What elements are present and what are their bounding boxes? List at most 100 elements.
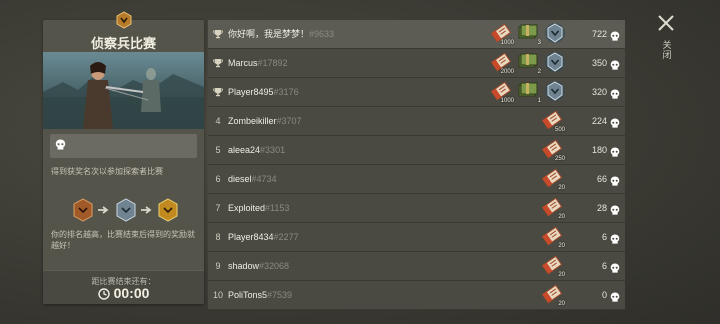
ticket-reward-icon[interactable]: 500: [541, 109, 565, 133]
event-panel: 侦察兵比赛 得到获奖名次以参加探索者比赛 你的排名越高，比赛结束后得到的奖励就越…: [43, 11, 204, 304]
player-name[interactable]: Marcus#17892: [228, 49, 288, 78]
close-icon[interactable]: [655, 12, 677, 34]
skull-icon: [55, 139, 66, 150]
player-name[interactable]: aleea24#3301: [228, 136, 285, 165]
reward-count: 1000: [500, 98, 514, 104]
clock-icon: [97, 288, 110, 300]
timer-box: 距比赛结束还有： 00:00: [43, 270, 204, 304]
player-tag: #17892: [257, 58, 288, 68]
player-tag: #2277: [273, 232, 299, 242]
reward-note: 你的排名越高，比赛结束后得到的奖励就越好！: [51, 230, 195, 250]
leaderboard-row[interactable]: 5 aleea24#3301 250 180: [208, 136, 625, 165]
player-tag: #3301: [260, 145, 286, 155]
reward-count: 3: [537, 40, 541, 46]
player-name[interactable]: Zombeikiller#3707: [228, 107, 302, 136]
reward-count: 2: [537, 69, 541, 75]
player-name-text: Exploited: [228, 203, 266, 213]
player-name[interactable]: Player8434#2277: [228, 223, 299, 252]
player-score: 6: [601, 261, 607, 271]
ticket-reward-icon[interactable]: 250: [541, 138, 565, 162]
skull-icon: [610, 290, 620, 308]
player-name-text: shadow: [228, 261, 260, 271]
skull-icon: [610, 116, 620, 134]
silver-badge-icon: [116, 198, 136, 222]
player-name[interactable]: shadow#32068: [228, 252, 289, 281]
skull-icon: [610, 203, 620, 221]
skull-icon: [610, 232, 620, 250]
badge-reward-icon[interactable]: [544, 80, 568, 104]
player-name-text: aleea24: [228, 145, 261, 155]
player-name[interactable]: Player8495#3176: [228, 78, 299, 107]
player-score: 28: [596, 203, 607, 213]
reward-count: 20: [558, 243, 565, 249]
player-name-text: Player8434: [228, 232, 274, 242]
event-artwork: [43, 52, 204, 129]
skull-icon: [610, 174, 620, 192]
player-score: 722: [591, 29, 607, 39]
ticket-reward-icon[interactable]: 20: [541, 283, 565, 307]
skull-icon: [610, 87, 620, 105]
rank-number: 4: [215, 116, 221, 126]
player-name[interactable]: Exploited#1153: [228, 194, 289, 223]
cash-reward-icon[interactable]: 1: [517, 80, 541, 104]
leaderboard-row[interactable]: 6 diesel#4734 20 66: [208, 165, 625, 194]
ticket-reward-icon[interactable]: 20: [541, 167, 565, 191]
leaderboard-row[interactable]: 8 Player8434#2277 20 6: [208, 223, 625, 252]
leaderboard-row[interactable]: 你好啊，我是梦梦！#9633 1000 3 722: [208, 20, 625, 49]
ticket-reward-icon[interactable]: 2000: [490, 51, 514, 75]
player-tag: #32068: [259, 261, 290, 271]
player-name-text: Player8495: [228, 87, 274, 97]
ticket-reward-icon[interactable]: 1000: [490, 22, 514, 46]
event-title: 侦察兵比赛: [90, 36, 156, 51]
player-name-text: PoliTons5: [228, 290, 268, 300]
arrow-icon: [98, 206, 109, 214]
ticket-reward-icon[interactable]: 20: [541, 254, 565, 278]
reward-count: 1: [537, 98, 541, 104]
rank-number: 5: [215, 145, 221, 155]
rank-number: 6: [215, 174, 221, 184]
tier-progression: [71, 198, 181, 222]
timer-value: 00:00: [113, 285, 150, 301]
badge-reward-icon[interactable]: [544, 51, 568, 75]
leaderboard-row[interactable]: 10 PoliTons5#7539 20 0: [208, 281, 625, 310]
player-score: 0: [601, 290, 607, 300]
cash-reward-icon[interactable]: 2: [517, 51, 541, 75]
gold-badge-icon: [158, 198, 178, 222]
cash-reward-icon[interactable]: 3: [517, 22, 541, 46]
player-score: 224: [591, 116, 607, 126]
rank-number: 8: [215, 232, 221, 242]
skull-icon: [610, 29, 620, 47]
player-score: 320: [591, 87, 607, 97]
player-name-text: 你好啊，我是梦梦！: [228, 29, 310, 39]
leaderboard-row[interactable]: 9 shadow#32068 20 6: [208, 252, 625, 281]
close-label[interactable]: 关闭: [661, 40, 673, 60]
rank-number: 9: [215, 261, 221, 271]
skull-icon: [610, 261, 620, 279]
reward-count: 500: [554, 127, 565, 133]
reward-count: 20: [558, 272, 565, 278]
event-header: 侦察兵比赛: [43, 11, 204, 52]
leaderboard-row[interactable]: Player8495#3176 1000 1 320: [208, 78, 625, 107]
player-tag: #9633: [309, 29, 335, 39]
ticket-reward-icon[interactable]: 1000: [490, 80, 514, 104]
player-name[interactable]: PoliTons5#7539: [228, 281, 292, 310]
ticket-reward-icon[interactable]: 20: [541, 196, 565, 220]
reward-count: 20: [558, 301, 565, 307]
player-name[interactable]: 你好啊，我是梦梦！#9633: [228, 20, 334, 49]
leaderboard-row[interactable]: Marcus#17892 2000 2 350: [208, 49, 625, 78]
badge-reward-icon[interactable]: [544, 22, 568, 46]
trophy-icon: [210, 78, 226, 107]
player-name-text: diesel: [228, 174, 252, 184]
timer-value-wrap: 00:00: [43, 285, 204, 301]
bronze-badge-icon: [73, 198, 93, 222]
player-score: 6: [601, 232, 607, 242]
player-name-text: Zombeikiller: [228, 116, 277, 126]
player-name[interactable]: diesel#4734: [228, 165, 277, 194]
leaderboard-row[interactable]: 4 Zombeikiller#3707 500 224: [208, 107, 625, 136]
ticket-reward-icon[interactable]: 20: [541, 225, 565, 249]
player-tag: #1153: [265, 203, 290, 213]
player-tag: #4734: [251, 174, 277, 184]
rank-number: 7: [215, 203, 221, 213]
event-emblem-icon: [116, 11, 132, 29]
leaderboard-row[interactable]: 7 Exploited#1153 20 28: [208, 194, 625, 223]
